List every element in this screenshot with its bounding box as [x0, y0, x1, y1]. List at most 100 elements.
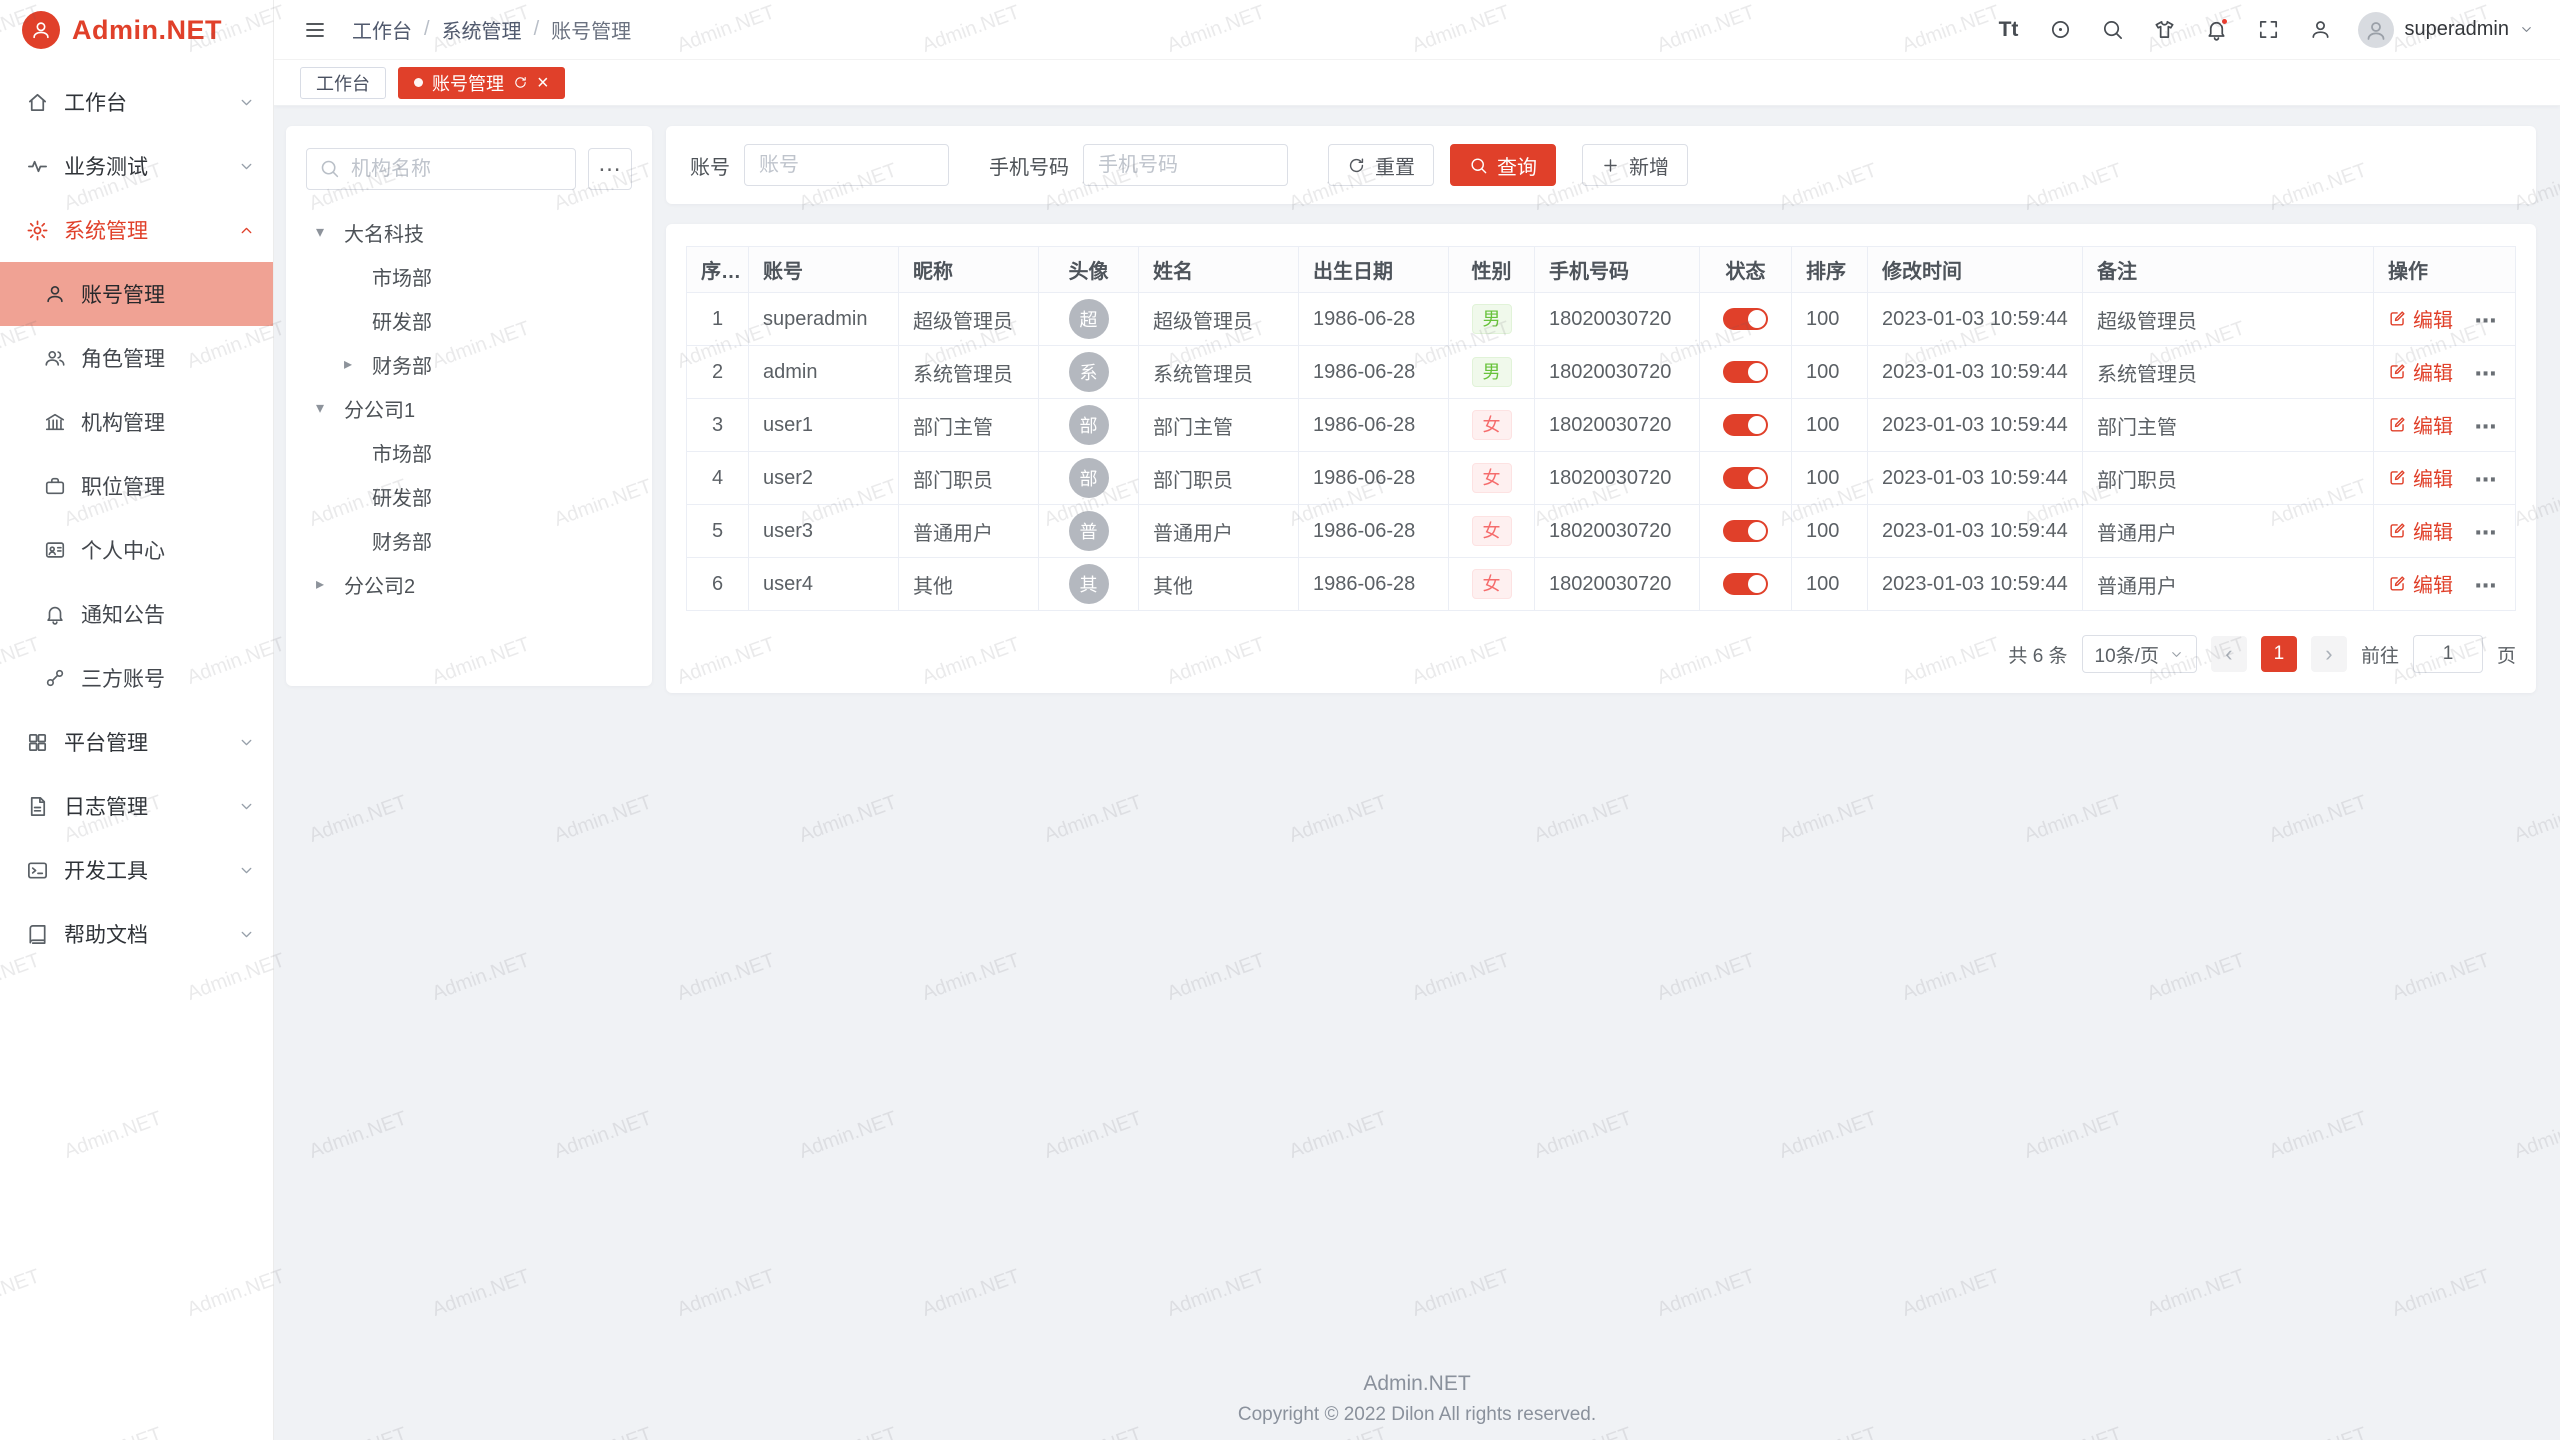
footer: Admin.NET Copyright © 2022 Dilon All rig… — [274, 1372, 2560, 1426]
tree-node-branch2[interactable]: ▸ 分公司2 — [306, 562, 632, 606]
gender-badge: 女 — [1472, 410, 1512, 441]
sidebar-item-label: 三方账号 — [81, 663, 165, 693]
chevron-down-icon — [238, 94, 255, 111]
status-toggle[interactable] — [1723, 467, 1768, 489]
sidebar-item-dev-tools[interactable]: 开发工具 — [0, 838, 273, 902]
more-actions-button[interactable]: ⋯ — [2475, 361, 2497, 386]
page-number-button[interactable]: 1 — [2261, 636, 2297, 672]
col-gender: 性别 — [1449, 247, 1535, 293]
breadcrumb-item[interactable]: 系统管理 — [442, 15, 522, 44]
component-size-icon[interactable] — [2038, 10, 2082, 50]
reset-button[interactable]: 重置 — [1328, 144, 1434, 186]
cell-remark: 部门主管 — [2083, 399, 2374, 452]
edit-button[interactable]: 编辑 — [2388, 516, 2453, 545]
edit-icon — [2388, 468, 2407, 487]
table-row: 2 admin 系统管理员 系 系统管理员 1986-06-28 男 18020… — [687, 346, 2516, 399]
search-icon[interactable] — [2090, 10, 2134, 50]
caret-collapsed-icon[interactable]: ▸ — [344, 354, 372, 374]
edit-button[interactable]: 编辑 — [2388, 357, 2453, 386]
page-size-select[interactable]: 10条/页 — [2082, 635, 2197, 673]
tree-node-dept[interactable]: 财务部 — [306, 518, 632, 562]
sidebar-item-third-account[interactable]: 三方账号 — [0, 646, 273, 710]
tree-node-label: 财务部 — [372, 526, 432, 555]
sidebar-item-org-mgmt[interactable]: 机构管理 — [0, 390, 273, 454]
cell-name: 部门主管 — [1139, 399, 1299, 452]
add-button[interactable]: 新增 — [1582, 144, 1688, 186]
close-icon[interactable]: × — [537, 73, 549, 93]
status-toggle[interactable] — [1723, 573, 1768, 595]
more-actions-button[interactable]: ⋯ — [2475, 573, 2497, 598]
edit-button[interactable]: 编辑 — [2388, 410, 2453, 439]
breadcrumb-item[interactable]: 工作台 — [352, 15, 412, 44]
sidebar-item-business-test[interactable]: 业务测试 — [0, 134, 273, 198]
cell-name: 部门职员 — [1139, 452, 1299, 505]
edit-button[interactable]: 编辑 — [2388, 463, 2453, 492]
cell-order: 100 — [1792, 558, 1868, 611]
more-actions-button[interactable]: ⋯ — [2475, 520, 2497, 545]
gender-badge: 女 — [1472, 463, 1512, 494]
edit-button[interactable]: 编辑 — [2388, 304, 2453, 333]
phone-filter-input[interactable] — [1083, 144, 1288, 186]
header-actions: Tt supera — [1986, 10, 2534, 50]
status-toggle[interactable] — [1723, 308, 1768, 330]
edit-icon — [2388, 521, 2407, 540]
sidebar-item-log-mgmt[interactable]: 日志管理 — [0, 774, 273, 838]
tree-node-dept[interactable]: 市场部 — [306, 254, 632, 298]
sidebar-item-position-mgmt[interactable]: 职位管理 — [0, 454, 273, 518]
profile-icon[interactable] — [2298, 10, 2342, 50]
sidebar-item-profile[interactable]: 个人中心 — [0, 518, 273, 582]
tree-node-dept[interactable]: 市场部 — [306, 430, 632, 474]
tree-node-company[interactable]: ▾ 大名科技 — [306, 210, 632, 254]
tree-node-branch1[interactable]: ▾ 分公司1 — [306, 386, 632, 430]
cell-phone: 18020030720 — [1535, 399, 1700, 452]
sidebar-item-account-mgmt[interactable]: 账号管理 — [0, 262, 273, 326]
next-page-button[interactable]: › — [2311, 636, 2347, 672]
user-menu[interactable]: superadmin — [2358, 12, 2534, 48]
prev-page-button[interactable]: ‹ — [2211, 636, 2247, 672]
more-actions-button[interactable]: ⋯ — [2475, 467, 2497, 492]
tree-node-dept[interactable]: ▸ 财务部 — [306, 342, 632, 386]
font-size-icon[interactable]: Tt — [1986, 10, 2030, 50]
cell-birth-date: 1986-06-28 — [1299, 293, 1449, 346]
tag-account-mgmt[interactable]: 账号管理 × — [398, 67, 565, 99]
edit-button[interactable]: 编辑 — [2388, 569, 2453, 598]
status-toggle[interactable] — [1723, 414, 1768, 436]
accounts-table-card: 序号 账号 昵称 头像 姓名 出生日期 性别 手机号码 状态 排序 修改时间 备… — [666, 224, 2536, 693]
tree-more-button[interactable]: … — [588, 148, 632, 190]
tree-node-dept[interactable]: 研发部 — [306, 298, 632, 342]
notification-bell-icon[interactable] — [2194, 10, 2238, 50]
fullscreen-icon[interactable] — [2246, 10, 2290, 50]
sidebar-menu: 工作台 业务测试 系统管理 账号管理 角色管理 — [0, 60, 273, 966]
sidebar-item-system-mgmt[interactable]: 系统管理 — [0, 198, 273, 262]
cell-nickname: 部门主管 — [899, 399, 1039, 452]
tree-node-label: 财务部 — [372, 350, 432, 379]
status-toggle[interactable] — [1723, 361, 1768, 383]
tree-node-label: 大名科技 — [344, 218, 424, 247]
cell-index: 3 — [687, 399, 749, 452]
caret-collapsed-icon[interactable]: ▸ — [316, 574, 344, 594]
refresh-icon[interactable] — [513, 75, 528, 90]
sidebar-item-notice[interactable]: 通知公告 — [0, 582, 273, 646]
users-icon — [44, 347, 66, 369]
sidebar-item-workbench[interactable]: 工作台 — [0, 70, 273, 134]
org-search-input[interactable] — [306, 148, 576, 190]
cell-remark: 超级管理员 — [2083, 293, 2374, 346]
tag-workbench[interactable]: 工作台 — [300, 67, 386, 99]
goto-page-input[interactable] — [2413, 635, 2483, 673]
tree-node-label: 市场部 — [372, 438, 432, 467]
tree-node-dept[interactable]: 研发部 — [306, 474, 632, 518]
theme-skin-icon[interactable] — [2142, 10, 2186, 50]
more-actions-button[interactable]: ⋯ — [2475, 308, 2497, 333]
sidebar-item-help-docs[interactable]: 帮助文档 — [0, 902, 273, 966]
caret-expanded-icon[interactable]: ▾ — [316, 398, 344, 418]
account-filter-input[interactable] — [744, 144, 949, 186]
more-actions-button[interactable]: ⋯ — [2475, 414, 2497, 439]
status-toggle[interactable] — [1723, 520, 1768, 542]
search-button[interactable]: 查询 — [1450, 144, 1556, 186]
sidebar-item-role-mgmt[interactable]: 角色管理 — [0, 326, 273, 390]
gender-badge: 女 — [1472, 569, 1512, 600]
sidebar-item-platform-mgmt[interactable]: 平台管理 — [0, 710, 273, 774]
caret-expanded-icon[interactable]: ▾ — [316, 222, 344, 242]
pagination: 共 6 条 10条/页 ‹ 1 › 前往 页 — [686, 611, 2516, 673]
hamburger-menu-icon[interactable] — [300, 15, 330, 45]
